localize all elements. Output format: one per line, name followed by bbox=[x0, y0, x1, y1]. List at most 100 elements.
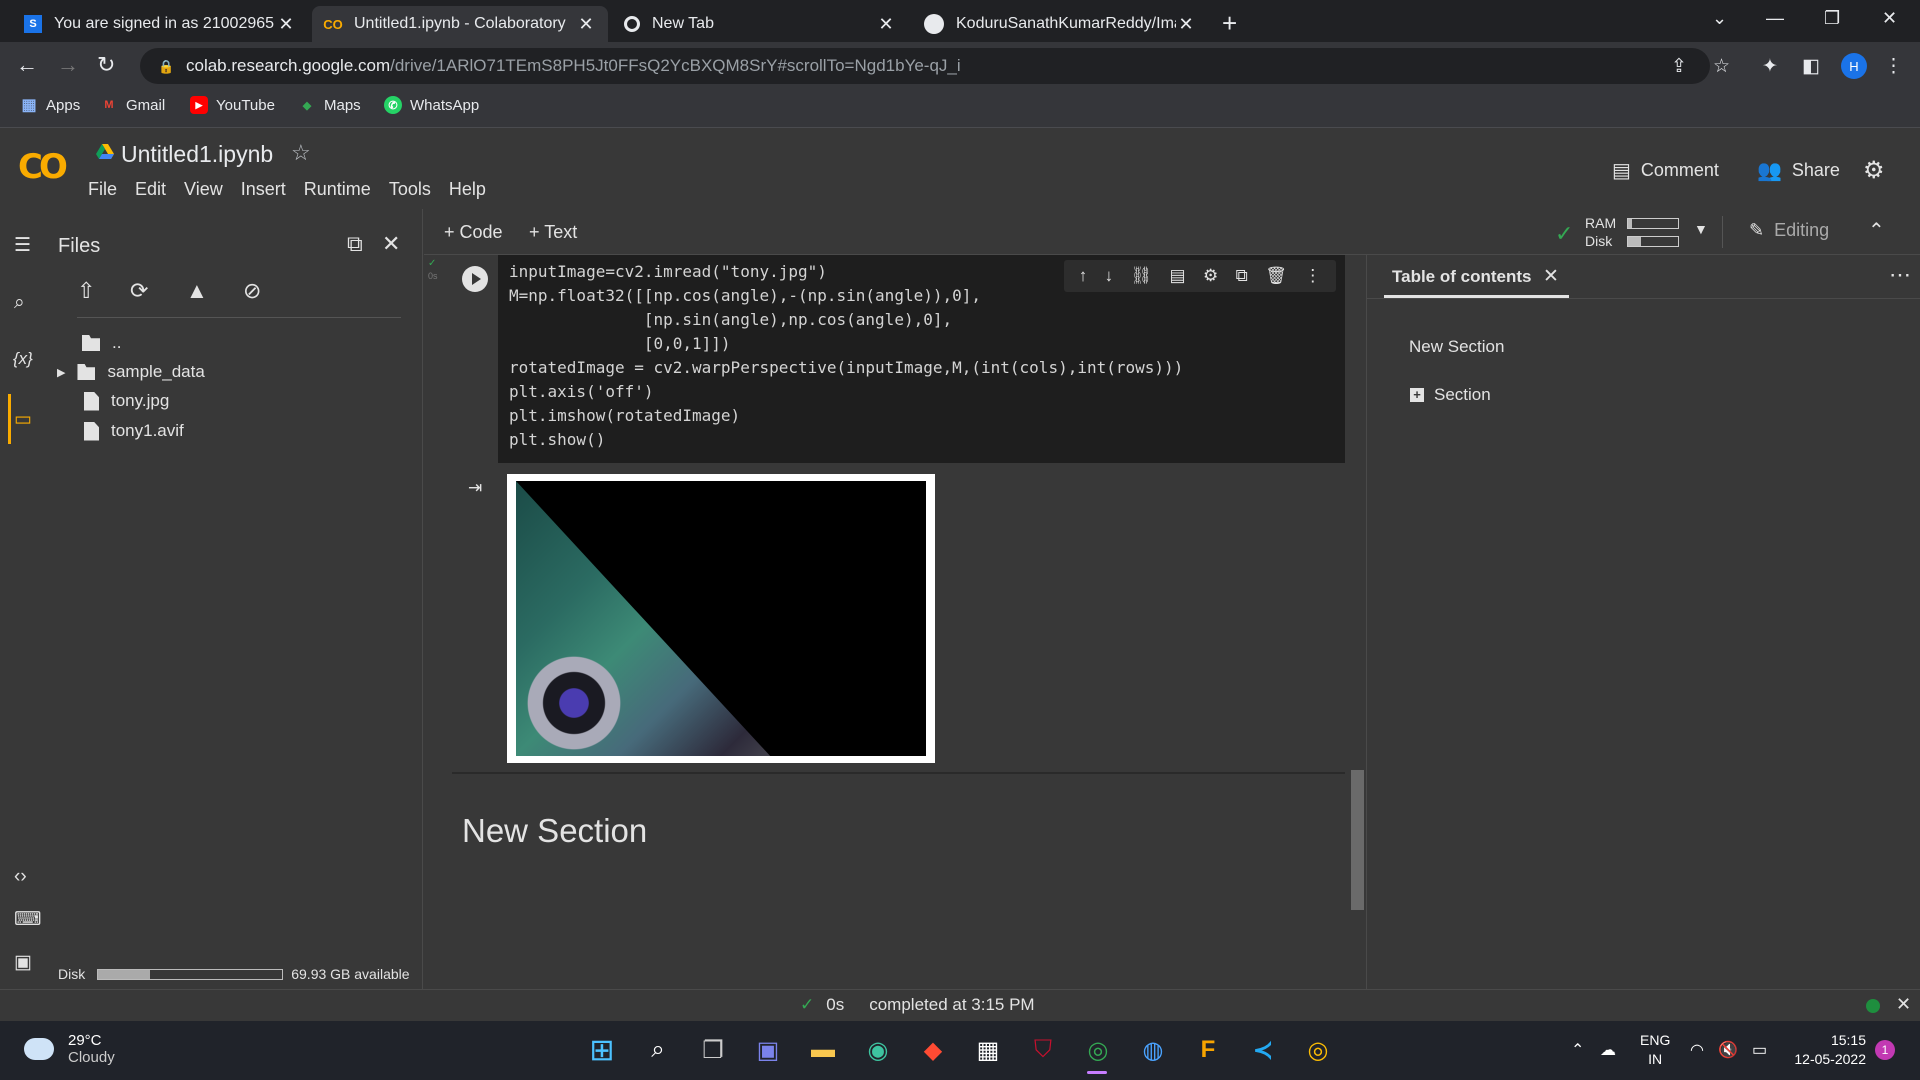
ram-disk-indicator[interactable]: ✓ RAM Disk bbox=[1555, 214, 1685, 250]
toc-item-new-section[interactable]: New Section bbox=[1409, 337, 1504, 357]
gear-icon[interactable]: ⚙ bbox=[1203, 266, 1218, 286]
menu-tools[interactable]: Tools bbox=[389, 179, 431, 200]
terminal-icon[interactable]: ▣ bbox=[14, 951, 32, 974]
close-icon[interactable]: ✕ bbox=[1543, 265, 1559, 288]
bookmark-apps[interactable]: ▦ Apps bbox=[20, 96, 80, 115]
tab-new-tab[interactable]: New Tab ✕ bbox=[612, 6, 908, 42]
editing-mode-button[interactable]: ✎ Editing bbox=[1749, 220, 1829, 241]
comment-button[interactable]: ▤ Comment bbox=[1612, 158, 1719, 183]
profile-avatar[interactable]: H bbox=[1841, 53, 1867, 79]
wifi-icon[interactable]: ◠ bbox=[1690, 1040, 1704, 1060]
chrome-menu-icon[interactable]: ⋮ bbox=[1884, 55, 1903, 78]
table-of-contents-icon[interactable]: ☰ bbox=[14, 234, 31, 257]
bookmark-star-icon[interactable]: ☆ bbox=[1713, 55, 1730, 78]
bookmark-gmail[interactable]: M Gmail bbox=[100, 96, 165, 114]
gear-icon[interactable]: ⚙ bbox=[1863, 156, 1885, 185]
edge-icon[interactable]: ◉ bbox=[862, 1034, 894, 1066]
hide-files-eye-icon[interactable]: ⊘ bbox=[243, 278, 261, 304]
close-panel-icon[interactable]: ✕ bbox=[382, 231, 400, 257]
share-page-icon[interactable]: ⇪ bbox=[1671, 55, 1687, 78]
delete-icon[interactable]: 🗑 bbox=[1265, 266, 1287, 286]
onedrive-icon[interactable]: ☁ bbox=[1600, 1040, 1616, 1060]
file-row-tony-jpg[interactable]: tony.jpg bbox=[84, 391, 169, 411]
variables-icon[interactable]: {x} bbox=[13, 349, 33, 369]
search-icon[interactable]: ⌕ bbox=[14, 292, 25, 314]
move-down-icon[interactable]: ↓ bbox=[1105, 266, 1114, 286]
folder-icon[interactable]: ▭ bbox=[14, 408, 32, 431]
task-view-icon[interactable]: ❐ bbox=[697, 1034, 729, 1066]
side-panel-icon[interactable]: ◧ bbox=[1802, 55, 1820, 78]
help-app-icon[interactable]: ◍ bbox=[1137, 1034, 1169, 1066]
expand-plus-icon[interactable]: + bbox=[1410, 388, 1424, 402]
tab-search-chevron-icon[interactable]: ⌄ bbox=[1712, 8, 1727, 29]
code-snippets-icon[interactable]: ‹› bbox=[14, 866, 27, 888]
mcafee-icon[interactable]: ⛉ bbox=[1027, 1034, 1059, 1066]
command-palette-icon[interactable]: ⌨ bbox=[14, 908, 41, 931]
star-icon[interactable]: ☆ bbox=[291, 140, 311, 166]
battery-icon[interactable]: ▭ bbox=[1752, 1040, 1767, 1060]
menu-file[interactable]: File bbox=[88, 179, 117, 200]
window-close-icon[interactable]: ✕ bbox=[1882, 8, 1897, 29]
search-icon[interactable]: ⌕ bbox=[642, 1034, 674, 1066]
chevron-up-icon[interactable]: ⌃ bbox=[1868, 218, 1885, 243]
close-icon[interactable]: ✕ bbox=[876, 14, 896, 35]
notebook-title[interactable]: Untitled1.ipynb bbox=[121, 141, 273, 168]
reload-icon[interactable]: ↻ bbox=[97, 52, 115, 78]
microsoft-store-icon[interactable]: ▦ bbox=[972, 1034, 1004, 1066]
upload-icon[interactable]: ⇧ bbox=[77, 278, 95, 304]
menu-insert[interactable]: Insert bbox=[241, 179, 286, 200]
toc-tab[interactable]: Table of contents bbox=[1392, 267, 1531, 287]
menu-runtime[interactable]: Runtime bbox=[304, 179, 371, 200]
chrome-canary-icon[interactable]: ◎ bbox=[1302, 1034, 1334, 1066]
mirror-cell-icon[interactable]: ⧉ bbox=[1236, 266, 1248, 286]
menu-view[interactable]: View bbox=[184, 179, 223, 200]
tray-chevron-icon[interactable]: ⌃ bbox=[1571, 1040, 1584, 1060]
bookmark-youtube[interactable]: ▶ YouTube bbox=[190, 96, 275, 114]
teams-chat-icon[interactable]: ▣ bbox=[752, 1034, 784, 1066]
execution-status[interactable]: ✓ 0s completed at 3:15 PM bbox=[800, 995, 1035, 1015]
back-arrow-icon[interactable]: ← bbox=[16, 52, 38, 78]
expand-arrow-icon[interactable]: ▶ bbox=[57, 366, 65, 379]
extensions-puzzle-icon[interactable]: ✦ bbox=[1762, 55, 1778, 78]
office-app-icon[interactable]: F bbox=[1192, 1034, 1224, 1066]
bookmark-whatsapp[interactable]: ✆ WhatsApp bbox=[384, 96, 479, 114]
output-actions-icon[interactable]: ⇥ bbox=[468, 478, 482, 498]
share-button[interactable]: 👥 Share bbox=[1757, 158, 1840, 183]
tab-signed-in[interactable]: S You are signed in as 21002965 ✕ bbox=[12, 6, 308, 42]
weather-widget[interactable]: 29°C Cloudy bbox=[24, 1032, 115, 1066]
new-tab-plus-icon[interactable]: + bbox=[1222, 8, 1237, 39]
mount-drive-icon[interactable]: ▲ bbox=[186, 278, 208, 304]
url-input[interactable]: 🔒 colab.research.google.com/drive/1ARlO7… bbox=[140, 48, 1710, 84]
google-drive-icon[interactable] bbox=[96, 144, 114, 160]
file-row-sample-data[interactable]: ▶ sample_data bbox=[57, 362, 205, 382]
close-icon[interactable]: ✕ bbox=[1176, 14, 1196, 35]
tab-github[interactable]: KoduruSanathKumarReddy/Imag ✕ bbox=[912, 6, 1208, 42]
restore-icon[interactable]: ❐ bbox=[1824, 8, 1840, 29]
minimize-icon[interactable]: — bbox=[1766, 8, 1784, 29]
anydesk-icon[interactable]: ◆ bbox=[917, 1034, 949, 1066]
colab-logo[interactable]: CO bbox=[18, 147, 68, 187]
forward-arrow-icon[interactable]: → bbox=[57, 52, 79, 78]
bookmark-maps[interactable]: ◆ Maps bbox=[298, 96, 361, 114]
windows-start-icon[interactable]: ⊞ bbox=[586, 1034, 618, 1067]
notebook-scrollbar[interactable] bbox=[1351, 770, 1364, 910]
open-in-window-icon[interactable]: ⧉ bbox=[347, 231, 363, 257]
add-text-button[interactable]: + Text bbox=[529, 222, 577, 243]
chrome-taskbar-icon[interactable]: ◎ bbox=[1082, 1034, 1114, 1066]
caret-down-icon[interactable]: ▼ bbox=[1694, 221, 1708, 237]
close-icon[interactable]: ✕ bbox=[276, 14, 296, 35]
language-indicator[interactable]: ENG IN bbox=[1640, 1031, 1670, 1069]
link-icon[interactable]: ⛓ bbox=[1131, 266, 1153, 286]
move-up-icon[interactable]: ↑ bbox=[1079, 266, 1088, 286]
file-row-tony1-avif[interactable]: tony1.avif bbox=[84, 421, 184, 441]
comment-icon[interactable]: ▤ bbox=[1170, 266, 1186, 286]
close-icon[interactable]: ✕ bbox=[1896, 994, 1911, 1015]
more-horiz-icon[interactable]: ⋯ bbox=[1889, 262, 1911, 288]
mute-icon[interactable]: 🔇 bbox=[1718, 1040, 1738, 1060]
toc-item-section[interactable]: + Section bbox=[1410, 385, 1491, 405]
menu-edit[interactable]: Edit bbox=[135, 179, 166, 200]
tab-colab[interactable]: CO Untitled1.ipynb - Colaboratory ✕ bbox=[312, 6, 608, 42]
run-cell-button[interactable] bbox=[462, 266, 488, 292]
file-explorer-icon[interactable]: ▬ bbox=[807, 1034, 839, 1066]
file-row-parent[interactable]: .. bbox=[82, 333, 121, 353]
